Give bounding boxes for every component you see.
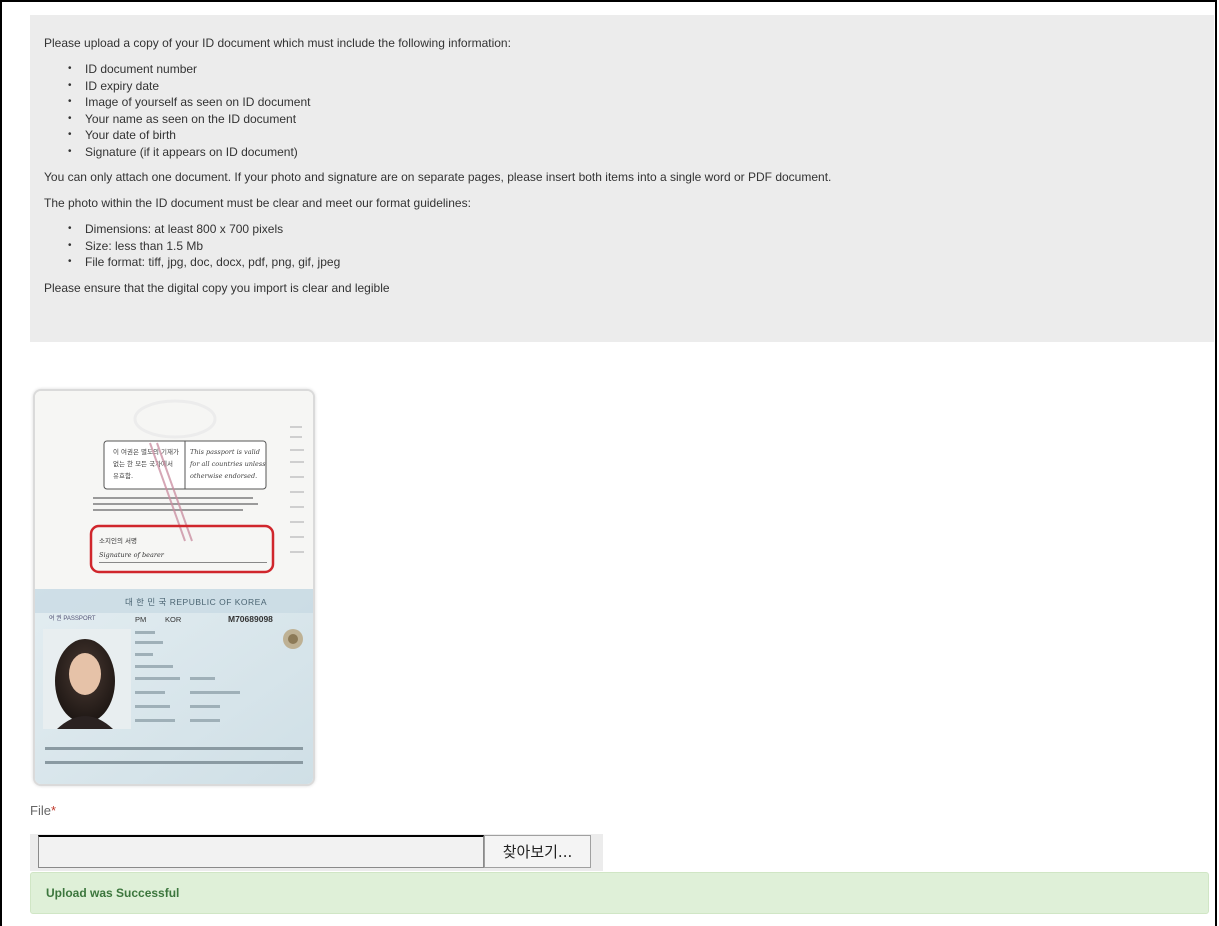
file-upload-control: 찾아보기... <box>30 834 603 871</box>
svg-text:소지인의 서명: 소지인의 서명 <box>99 536 137 545</box>
svg-text:유효함.: 유효함. <box>113 471 133 480</box>
id-requirements-panel: Please upload a copy of your ID document… <box>30 15 1214 342</box>
svg-text:PM: PM <box>135 615 146 624</box>
svg-text:This passport is valid: This passport is valid <box>190 448 260 456</box>
svg-text:otherwise endorsed.: otherwise endorsed. <box>190 472 257 480</box>
photo-guidelines-note: The photo within the ID document must be… <box>44 196 471 210</box>
list-item: Signature (if it appears on ID document) <box>68 144 1200 161</box>
legibility-note: Please ensure that the digital copy you … <box>44 280 390 295</box>
intro-text: Please upload a copy of your ID document… <box>44 36 511 50</box>
passport-sample-image: 이 여권은 별도의 기재가 없는 한 모든 국가에서 유효함. This pas… <box>33 389 315 786</box>
single-document-note: You can only attach one document. If you… <box>44 170 832 184</box>
file-field-label: File* <box>30 803 57 818</box>
list-item: Size: less than 1.5 Mb <box>68 238 1200 255</box>
svg-text:KOR: KOR <box>165 615 182 624</box>
svg-text:대 한 민 국 REPUBLIC OF KOREA: 대 한 민 국 REPUBLIC OF KOREA <box>125 597 267 607</box>
list-item: Image of yourself as seen on ID document <box>68 94 1200 111</box>
svg-text:Signature of bearer: Signature of bearer <box>99 551 165 559</box>
svg-text:for all countries unless: for all countries unless <box>189 460 266 468</box>
browse-button[interactable]: 찾아보기... <box>484 835 591 868</box>
required-asterisk: * <box>50 803 57 818</box>
list-item: Your date of birth <box>68 127 1200 144</box>
file-path-input[interactable] <box>38 835 484 868</box>
upload-status-text: Upload was Successful <box>46 886 180 900</box>
svg-text:여 권 PASSPORT: 여 권 PASSPORT <box>49 614 96 622</box>
upload-success-alert: Upload was Successful <box>30 872 1209 914</box>
list-item: File format: tiff, jpg, doc, docx, pdf, … <box>68 254 1200 271</box>
list-item: Your name as seen on the ID document <box>68 111 1200 128</box>
list-item: ID document number <box>68 61 1200 78</box>
required-items-list: ID document number ID expiry date Image … <box>44 61 1200 160</box>
format-guidelines-list: Dimensions: at least 800 x 700 pixels Si… <box>44 221 1200 271</box>
list-item: ID expiry date <box>68 78 1200 95</box>
list-item: Dimensions: at least 800 x 700 pixels <box>68 221 1200 238</box>
svg-text:이 여권은 별도의 기재가: 이 여권은 별도의 기재가 <box>113 447 179 456</box>
svg-text:M70689098: M70689098 <box>228 614 273 624</box>
